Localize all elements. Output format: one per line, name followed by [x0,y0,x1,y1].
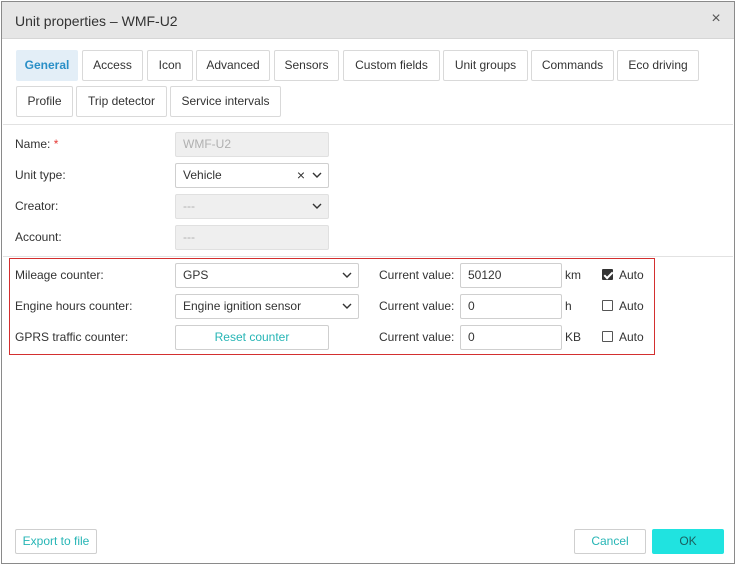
engine-current-label: Current value: [379,299,455,313]
unit-type-value: Vehicle [183,168,222,182]
name-label: Name: * [15,137,59,151]
gprs-unit: KB [565,330,582,344]
mileage-auto-checkbox[interactable] [602,269,613,280]
reset-counter-button[interactable]: Reset counter [175,325,329,350]
required-mark: * [53,137,59,151]
chevron-down-icon [312,203,322,209]
engine-auto-checkbox[interactable] [602,300,613,311]
engine-hours-label: Engine hours counter: [15,299,133,313]
tab-advanced[interactable]: Advanced [196,50,270,81]
mileage-current-label: Current value: [379,268,455,282]
name-input[interactable]: WMF-U2 [175,132,329,157]
unit-properties-dialog: Unit properties – WMF-U2 × General Acces… [1,1,735,564]
section-divider [3,256,733,257]
tab-service-intervals[interactable]: Service intervals [170,86,281,117]
unit-type-label: Unit type: [15,168,66,182]
account-input[interactable]: --- [175,225,329,250]
mileage-counter-value: GPS [183,268,209,282]
creator-value: --- [183,199,195,213]
tab-profile[interactable]: Profile [16,86,73,117]
gprs-auto-checkbox[interactable] [602,331,613,342]
gprs-current-input[interactable]: 0 [460,325,562,350]
mileage-auto-label: Auto [619,268,644,282]
engine-hours-select[interactable]: Engine ignition sensor [175,294,359,319]
cancel-button[interactable]: Cancel [574,529,646,554]
tab-icon[interactable]: Icon [147,50,193,81]
tab-sensors[interactable]: Sensors [274,50,339,81]
gprs-auto-label: Auto [619,330,644,344]
tab-commands[interactable]: Commands [531,50,614,81]
dialog-titlebar: Unit properties – WMF-U2 × [2,2,734,39]
mileage-counter-label: Mileage counter: [15,268,104,282]
mileage-counter-select[interactable]: GPS [175,263,359,288]
close-icon[interactable]: × [708,11,724,27]
tab-eco-driving[interactable]: Eco driving [617,50,699,81]
chevron-down-icon [342,303,352,309]
clear-icon[interactable]: × [297,164,305,187]
tab-trip-detector[interactable]: Trip detector [76,86,167,117]
creator-label: Creator: [15,199,59,213]
engine-hours-value: Engine ignition sensor [183,299,302,313]
export-to-file-button[interactable]: Export to file [15,529,97,554]
chevron-down-icon [342,272,352,278]
tab-unit-groups[interactable]: Unit groups [443,50,528,81]
tabs-divider [3,124,733,125]
unit-type-select[interactable]: Vehicle × [175,163,329,188]
engine-auto-label: Auto [619,299,644,313]
gprs-current-label: Current value: [379,330,455,344]
gprs-traffic-label: GPRS traffic counter: [15,330,129,344]
ok-button[interactable]: OK [652,529,724,554]
creator-select[interactable]: --- [175,194,329,219]
mileage-unit: km [565,268,581,282]
engine-unit: h [565,299,572,313]
mileage-current-input[interactable]: 50120 [460,263,562,288]
tab-access[interactable]: Access [82,50,143,81]
chevron-down-icon[interactable] [311,164,323,187]
account-label: Account: [15,230,62,244]
engine-current-input[interactable]: 0 [460,294,562,319]
tab-general[interactable]: General [16,50,78,81]
dialog-title: Unit properties – WMF-U2 [15,13,178,29]
tab-custom-fields[interactable]: Custom fields [343,50,440,81]
